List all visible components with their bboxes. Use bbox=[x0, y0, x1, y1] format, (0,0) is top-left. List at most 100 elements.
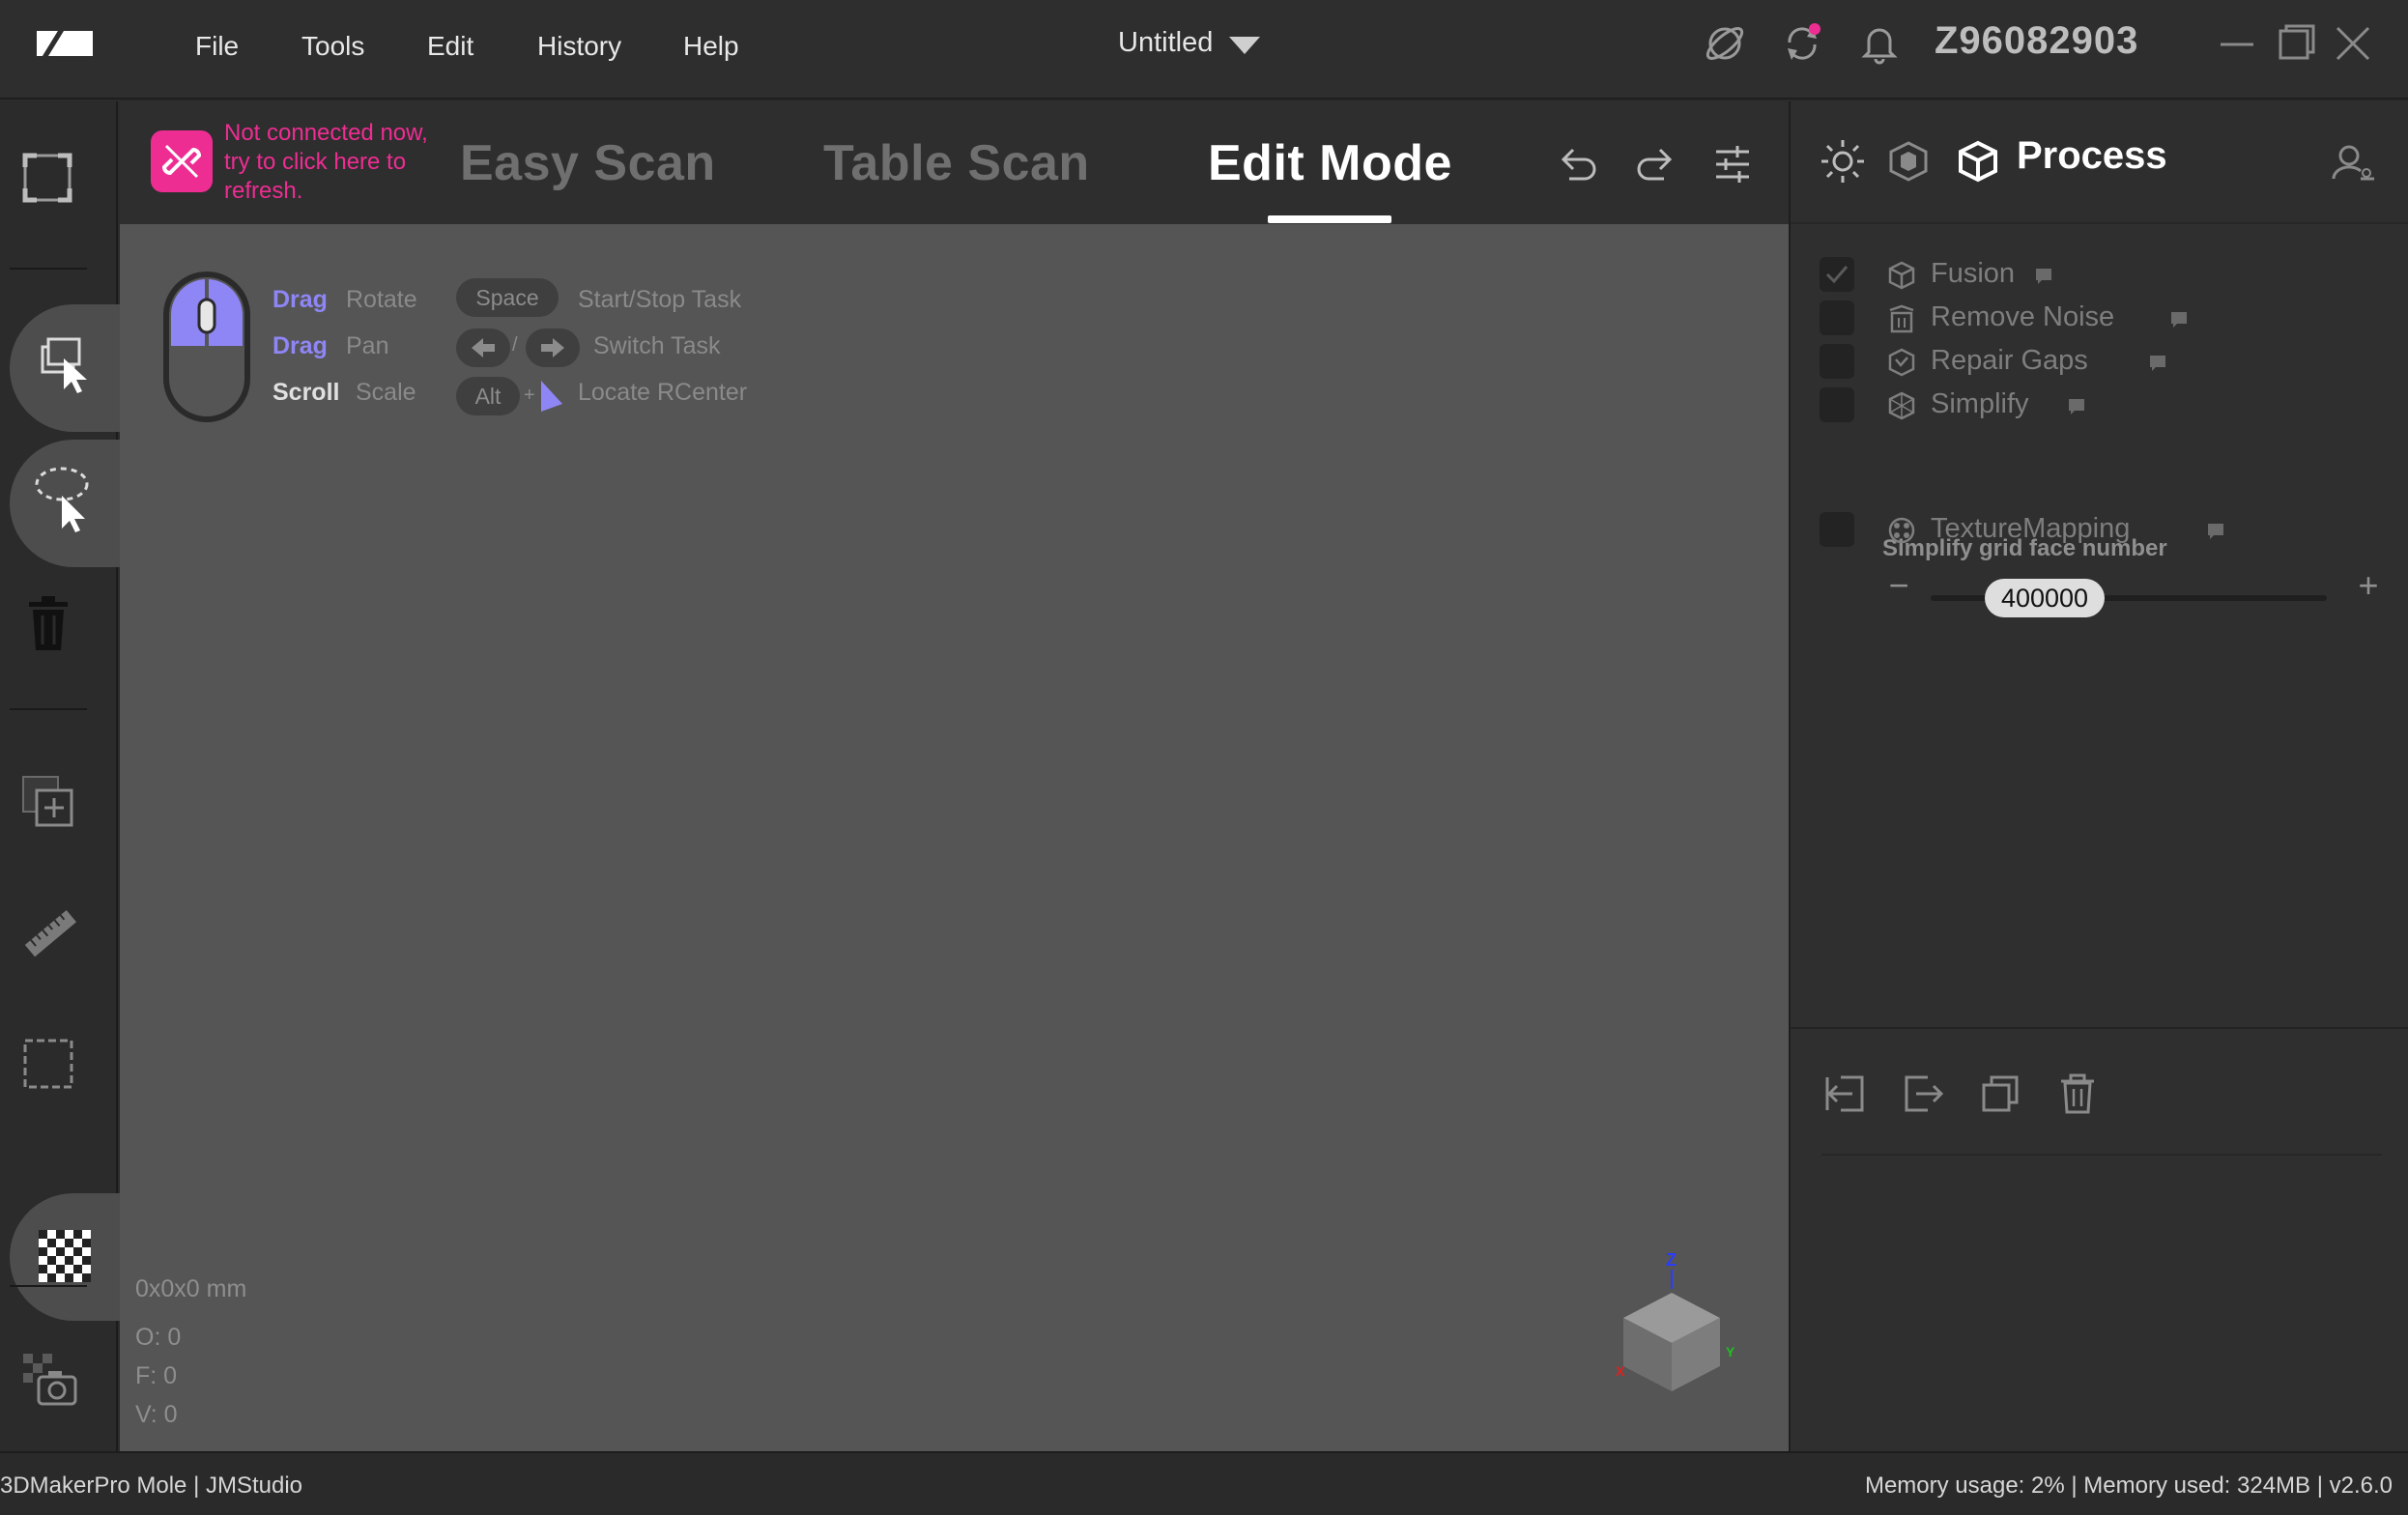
cursor-arrow-icon bbox=[541, 381, 562, 412]
orientation-cube-icon[interactable]: Z X Y bbox=[1608, 1241, 1743, 1395]
hint-drag-right: Drag bbox=[272, 332, 328, 359]
process-step-remove-noise: Remove Noise bbox=[1820, 299, 2361, 337]
menu-edit[interactable]: Edit bbox=[427, 31, 473, 62]
menu-file[interactable]: File bbox=[195, 31, 239, 62]
simplify-slider-thumb[interactable]: 400000 bbox=[1985, 579, 2105, 617]
repair-gaps-checkbox[interactable] bbox=[1820, 344, 1854, 379]
hint-locate-rcenter: Locate RCenter bbox=[578, 379, 748, 406]
info-note-icon[interactable] bbox=[2067, 397, 2086, 416]
user-settings-icon[interactable] bbox=[2332, 140, 2376, 185]
slider-decrement-button[interactable]: − bbox=[1885, 565, 1912, 605]
hint-slash: / bbox=[512, 334, 518, 356]
trash-icon[interactable] bbox=[25, 594, 72, 652]
stat-o: O: 0 bbox=[135, 1324, 182, 1351]
ruler-icon[interactable] bbox=[19, 903, 79, 963]
hint-plus: + bbox=[524, 385, 535, 406]
delete-icon[interactable] bbox=[2055, 1072, 2100, 1116]
key-alt: Alt bbox=[456, 377, 520, 415]
connection-warning-text[interactable]: Not connected now, try to click here to … bbox=[224, 119, 441, 212]
mesh-icon[interactable] bbox=[1887, 140, 1930, 183]
fusion-checkbox[interactable] bbox=[1820, 257, 1854, 292]
undo-icon[interactable] bbox=[1556, 142, 1600, 186]
simplify-icon bbox=[1888, 391, 1915, 420]
close-icon[interactable] bbox=[2331, 21, 2375, 66]
arrow-right-key-icon bbox=[526, 329, 580, 367]
hint-scale: Scale bbox=[356, 379, 416, 406]
add-model-icon[interactable] bbox=[19, 773, 77, 831]
minimize-icon[interactable] bbox=[2215, 21, 2259, 66]
slider-increment-button[interactable]: + bbox=[2353, 565, 2384, 605]
svg-text:Z: Z bbox=[1666, 1250, 1677, 1270]
texture-mapping-checkbox[interactable] bbox=[1820, 512, 1854, 547]
remove-noise-icon bbox=[1889, 304, 1914, 333]
menu-help[interactable]: Help bbox=[683, 31, 739, 62]
lasso-select-icon bbox=[35, 467, 89, 532]
import-icon[interactable] bbox=[1823, 1072, 1868, 1116]
svg-text:Y: Y bbox=[1726, 1344, 1735, 1359]
fit-view-icon[interactable] bbox=[21, 152, 73, 204]
status-app-info: 3DMakerPro Mole | JMStudio bbox=[0, 1472, 303, 1499]
simplify-checkbox[interactable] bbox=[1820, 387, 1854, 422]
select-cursor-icon bbox=[41, 337, 87, 393]
sync-icon[interactable] bbox=[1780, 21, 1824, 66]
duplicate-icon[interactable] bbox=[1978, 1072, 2022, 1116]
process-step-repair-gaps: Repair Gaps bbox=[1820, 342, 2361, 381]
info-note-icon[interactable] bbox=[2206, 522, 2225, 541]
mode-tab-bar: Not connected now, try to click here to … bbox=[120, 101, 1789, 224]
status-bar: 3DMakerPro Mole | JMStudio Memory usage:… bbox=[0, 1451, 2408, 1515]
satellite-icon[interactable] bbox=[1703, 21, 1747, 66]
rail-divider bbox=[10, 708, 87, 710]
svg-text:X: X bbox=[1616, 1363, 1625, 1379]
app-logo bbox=[37, 31, 93, 56]
document-title[interactable]: Untitled bbox=[1118, 27, 1213, 59]
menu-history[interactable]: History bbox=[537, 31, 621, 62]
rail-divider bbox=[10, 1285, 87, 1287]
fusion-label: Fusion bbox=[1931, 258, 2016, 289]
connection-badge[interactable] bbox=[151, 130, 213, 192]
tab-easy-scan[interactable]: Easy Scan bbox=[460, 134, 716, 192]
left-tool-rail bbox=[0, 101, 120, 1451]
arrow-left-key-icon bbox=[456, 329, 510, 367]
chevron-down-icon[interactable] bbox=[1229, 37, 1260, 54]
light-icon[interactable] bbox=[1820, 138, 1866, 185]
user-id[interactable]: Z96082903 bbox=[1935, 19, 2138, 63]
select-tool-tab[interactable] bbox=[10, 304, 120, 432]
info-note-icon[interactable] bbox=[2148, 354, 2167, 373]
rail-divider bbox=[10, 268, 87, 270]
tab-table-scan[interactable]: Table Scan bbox=[823, 134, 1090, 192]
3d-viewport[interactable]: Drag Rotate Drag Pan Scroll Scale Space … bbox=[120, 224, 1789, 1451]
broken-link-icon bbox=[161, 144, 202, 179]
hint-scroll: Scroll bbox=[272, 379, 340, 406]
hint-switch-task: Switch Task bbox=[593, 332, 721, 359]
process-title: Process bbox=[2017, 134, 2167, 177]
model-dimensions: 0x0x0 mm bbox=[135, 1275, 247, 1302]
crop-box-icon[interactable] bbox=[21, 1037, 75, 1091]
tab-edit-mode[interactable]: Edit Mode bbox=[1208, 134, 1452, 192]
texture-mapping-icon bbox=[1888, 517, 1915, 544]
texture-tool-tab[interactable] bbox=[10, 1193, 120, 1321]
checkerboard-icon bbox=[39, 1230, 91, 1282]
process-cube-icon bbox=[1959, 140, 1997, 183]
hint-drag-left: Drag bbox=[272, 286, 328, 313]
info-note-icon[interactable] bbox=[2169, 310, 2189, 329]
redo-icon[interactable] bbox=[1633, 142, 1677, 186]
repair-gaps-icon bbox=[1888, 348, 1915, 377]
active-tab-indicator bbox=[1268, 215, 1391, 223]
menu-tools[interactable]: Tools bbox=[301, 31, 364, 62]
texture-mapping-label: TextureMapping bbox=[1931, 513, 2131, 544]
stat-f: F: 0 bbox=[135, 1362, 178, 1389]
status-memory-info: Memory usage: 2% | Memory used: 324MB | … bbox=[1864, 1472, 2393, 1499]
texture-camera-icon[interactable] bbox=[19, 1350, 79, 1410]
process-panel: Process Fusion Remove Noise Repair Gaps … bbox=[1789, 101, 2408, 1451]
lasso-tool-tab[interactable] bbox=[10, 440, 120, 567]
panel-divider bbox=[1791, 1027, 2408, 1029]
maximize-icon[interactable] bbox=[2273, 21, 2317, 66]
export-icon[interactable] bbox=[1901, 1072, 1945, 1116]
simplify-label: Simplify bbox=[1931, 388, 2029, 419]
hint-rotate: Rotate bbox=[346, 286, 417, 313]
settings-sliders-icon[interactable] bbox=[1710, 142, 1755, 186]
info-note-icon[interactable] bbox=[2034, 267, 2053, 286]
bell-icon[interactable] bbox=[1857, 21, 1902, 66]
remove-noise-label: Remove Noise bbox=[1931, 301, 2115, 332]
remove-noise-checkbox[interactable] bbox=[1820, 300, 1854, 335]
